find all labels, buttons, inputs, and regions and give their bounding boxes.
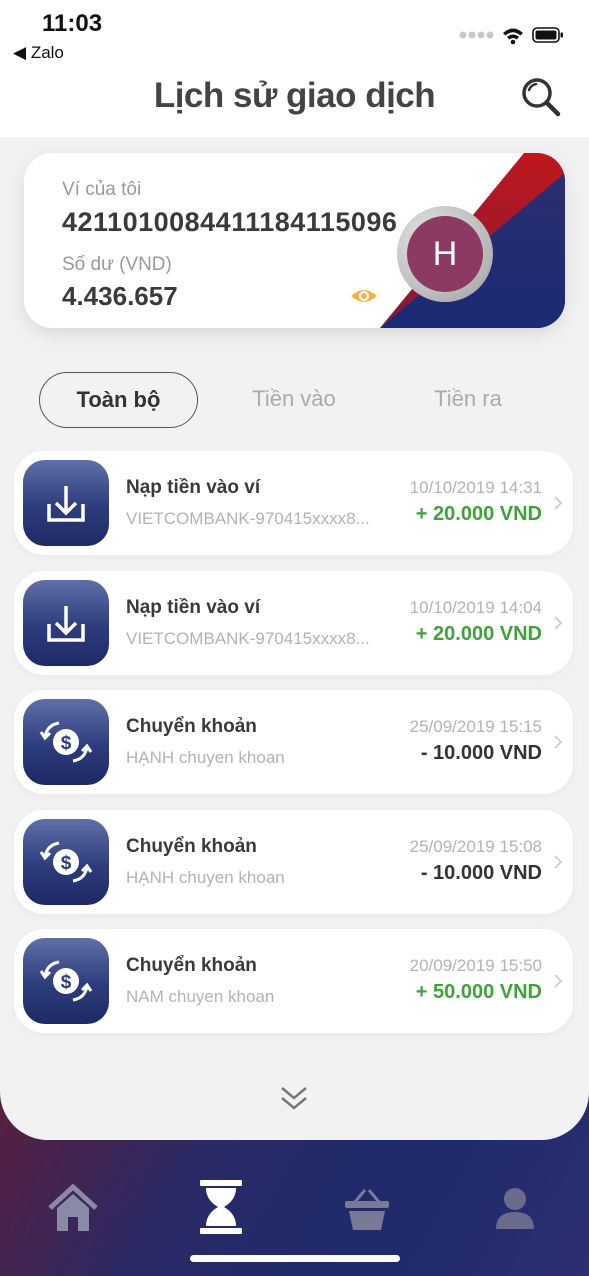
wallet-card[interactable]: Ví của tôi 42110100844111841150​96 Số dư… <box>24 153 565 328</box>
battery-icon <box>532 27 563 43</box>
transaction-description: HẠNH chuyen khoan <box>126 748 285 767</box>
transaction-item[interactable]: Nạp tiền vào ví VIETCOMBANK-970415xxxx8.… <box>14 571 573 675</box>
wifi-icon <box>503 28 523 45</box>
balance-value: 4.436.657 <box>62 281 178 311</box>
back-triangle-icon: ◀ <box>13 43 27 62</box>
main-sheet: 11:03 ◀ Zalo Lịch sử giao dịch Ví của tô… <box>0 0 589 1140</box>
transaction-amount: + 20.000 VND <box>415 623 542 645</box>
transaction-amount: - 10.000 VND <box>420 862 542 884</box>
transaction-item[interactable]: $ Chuyển khoản HẠNH chuyen khoan 25/09/2… <box>14 810 573 914</box>
download-icon <box>23 580 109 666</box>
tab-incoming[interactable]: Tiền vào <box>216 372 372 428</box>
transaction-time: 10/10/2019 14:31 <box>409 478 542 497</box>
transaction-time: 10/10/2019 14:04 <box>409 598 542 617</box>
transaction-description: VIETCOMBANK-970415xxxx8... <box>126 509 370 528</box>
transaction-amount: - 10.000 VND <box>420 742 542 764</box>
page-title: Lịch sử giao dịch <box>153 76 436 115</box>
chevron-right-icon <box>554 735 563 749</box>
balance-label: Số dư (VND) <box>62 254 172 275</box>
header: 11:03 ◀ Zalo Lịch sử giao dịch <box>0 0 589 137</box>
tab-outgoing[interactable]: Tiền ra <box>390 372 546 428</box>
home-indicator <box>190 1255 400 1262</box>
hourglass-icon[interactable] <box>198 1178 244 1236</box>
signal-dots-icon <box>459 31 494 39</box>
chevron-right-icon <box>554 855 563 869</box>
transaction-item[interactable]: $ Chuyển khoản HẠNH chuyen khoan 25/09/2… <box>14 690 573 794</box>
chevron-right-icon <box>554 616 563 630</box>
back-to-app-link[interactable]: ◀ Zalo <box>13 43 64 63</box>
transaction-title: Nạp tiền vào ví <box>126 477 261 498</box>
profile-icon[interactable] <box>494 1186 536 1230</box>
transaction-title: Chuyển khoản <box>126 836 257 857</box>
transaction-description: VIETCOMBANK-970415xxxx8... <box>126 629 370 648</box>
load-more-chevron-icon[interactable] <box>279 1084 309 1112</box>
transaction-description: NAM chuyen khoan <box>126 987 275 1006</box>
svg-text:$: $ <box>61 972 72 993</box>
search-button[interactable] <box>520 76 562 118</box>
transaction-time: 25/09/2019 15:15 <box>409 717 542 736</box>
eye-icon[interactable] <box>350 286 378 306</box>
transaction-title: Nạp tiền vào ví <box>126 597 261 618</box>
transaction-amount: + 50.000 VND <box>415 981 542 1003</box>
back-app-label: Zalo <box>30 43 64 62</box>
transaction-time: 20/09/2019 15:50 <box>409 956 542 975</box>
basket-icon[interactable] <box>343 1186 391 1232</box>
wallet-label: Ví của tôi <box>62 179 142 200</box>
transaction-title: Chuyển khoản <box>126 716 257 737</box>
transaction-item[interactable]: Nạp tiền vào ví VIETCOMBANK-970415xxxx8.… <box>14 451 573 555</box>
home-icon[interactable] <box>48 1184 98 1234</box>
transaction-amount: + 20.000 VND <box>415 503 542 525</box>
transfer-icon: $ <box>23 938 109 1024</box>
filter-tabs: Toàn bộ Tiền vào Tiền ra <box>0 372 589 430</box>
tab-all[interactable]: Toàn bộ <box>39 372 198 428</box>
svg-text:$: $ <box>61 853 72 874</box>
chevron-right-icon <box>554 496 563 510</box>
svg-text:$: $ <box>61 733 72 754</box>
transaction-time: 25/09/2019 15:08 <box>409 837 542 856</box>
status-time: 11:03 <box>42 10 103 37</box>
transfer-icon: $ <box>23 819 109 905</box>
wallet-number: 42110100844111841150​96 <box>62 207 398 237</box>
chevron-right-icon <box>554 974 563 988</box>
transaction-description: HẠNH chuyen khoan <box>126 868 285 887</box>
transaction-title: Chuyển khoản <box>126 955 257 976</box>
avatar[interactable]: H <box>397 206 493 302</box>
status-icons <box>459 27 563 45</box>
transaction-item[interactable]: $ Chuyển khoản NAM chuyen khoan 20/09/20… <box>14 929 573 1033</box>
transfer-icon: $ <box>23 699 109 785</box>
avatar-initial: H <box>407 216 483 292</box>
download-icon <box>23 460 109 546</box>
